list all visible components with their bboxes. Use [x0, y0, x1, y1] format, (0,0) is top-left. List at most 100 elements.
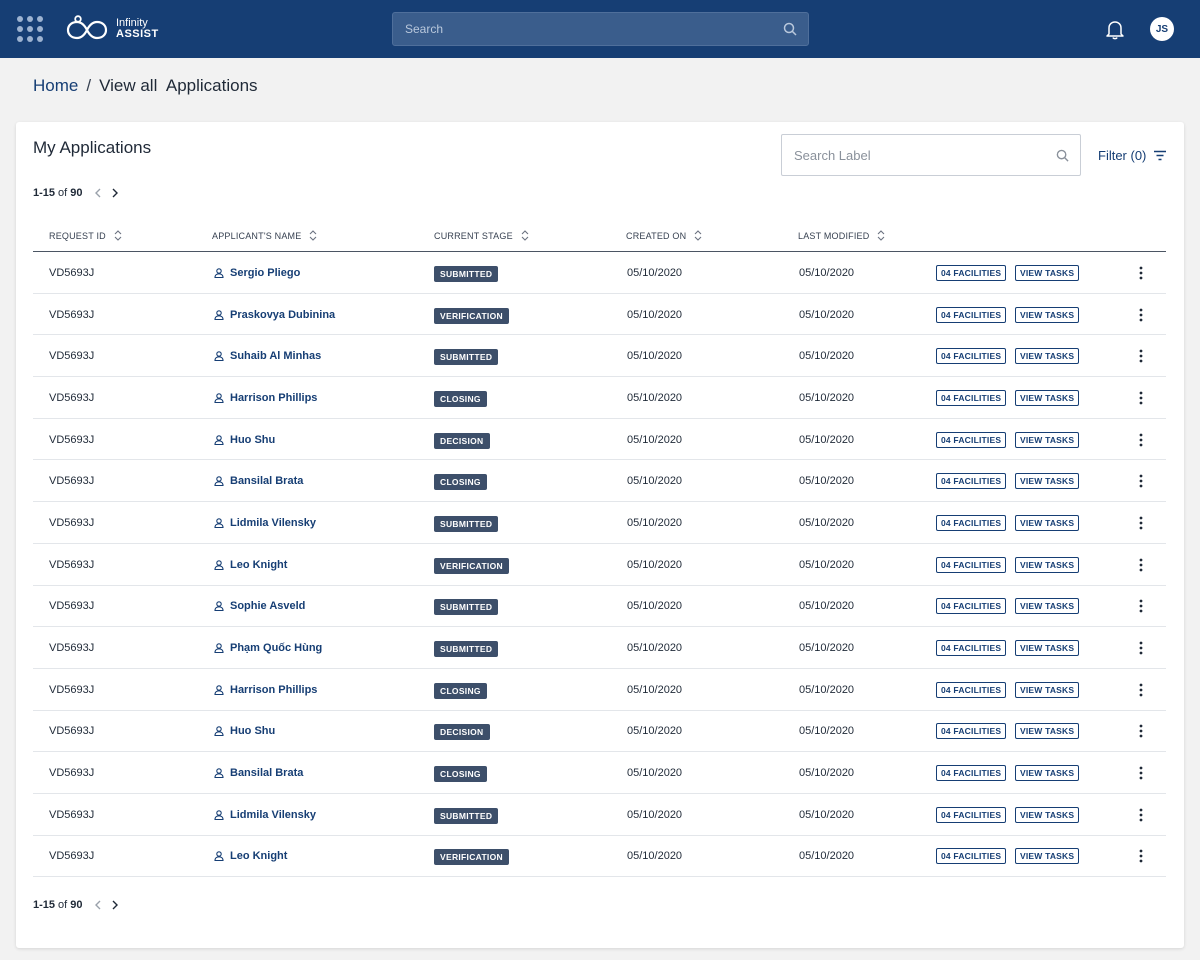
search-icon[interactable]: [1056, 149, 1069, 167]
facilities-cell: 04 FACILITIES: [936, 294, 1007, 336]
table-row[interactable]: VD5693J Harrison Phillips CLOSING 05/10/202…: [33, 669, 1166, 711]
row-menu-button[interactable]: [1139, 544, 1143, 586]
applicant-name-link[interactable]: Lidmila Vilensky: [214, 794, 316, 836]
row-menu-button[interactable]: [1139, 419, 1143, 461]
facilities-button[interactable]: 04 FACILITIES: [936, 431, 1007, 448]
chevron-left-icon[interactable]: [94, 900, 102, 910]
view-tasks-button[interactable]: VIEW TASKS: [1015, 806, 1080, 823]
view-tasks-button[interactable]: VIEW TASKS: [1015, 306, 1080, 323]
last-modified: 05/10/2020: [799, 475, 855, 488]
view-tasks-button[interactable]: VIEW TASKS: [1015, 681, 1080, 698]
view-tasks-button[interactable]: VIEW TASKS: [1015, 431, 1080, 448]
search-icon[interactable]: [783, 22, 797, 41]
row-menu-button[interactable]: [1139, 252, 1143, 294]
applicant-name-link[interactable]: Huo Shu: [214, 711, 275, 753]
last-modified: 05/10/2020: [799, 767, 855, 780]
table-row[interactable]: VD5693J Lidmila Vilensky SUBMITTED 05/10/20…: [33, 794, 1166, 836]
row-menu-button[interactable]: [1139, 586, 1143, 628]
table-row[interactable]: VD5693J Phạm Quốc Hùng SUBMITTED 05/10/2020…: [33, 627, 1166, 669]
applicant-name-link[interactable]: Leo Knight: [214, 836, 287, 878]
applicant-name-link[interactable]: Suhaib Al Minhas: [214, 335, 321, 377]
apps-grid-icon[interactable]: [17, 16, 43, 42]
view-tasks-button[interactable]: VIEW TASKS: [1015, 556, 1080, 573]
table-row[interactable]: VD5693J Praskovya Dubinina VERIFICATION 05/…: [33, 294, 1166, 336]
facilities-button[interactable]: 04 FACILITIES: [936, 473, 1007, 490]
view-tasks-button[interactable]: VIEW TASKS: [1015, 264, 1080, 281]
applicant-name-link[interactable]: Bansilal Brata: [214, 460, 303, 502]
view-tasks-button[interactable]: VIEW TASKS: [1015, 348, 1080, 365]
column-header-request-id[interactable]: REQUEST ID: [49, 230, 122, 241]
row-menu-button[interactable]: [1139, 752, 1143, 794]
facilities-button[interactable]: 04 FACILITIES: [936, 806, 1007, 823]
facilities-button[interactable]: 04 FACILITIES: [936, 514, 1007, 531]
row-menu-button[interactable]: [1139, 836, 1143, 878]
applicant-name-link[interactable]: Bansilal Brata: [214, 752, 303, 794]
column-header-current-stage[interactable]: CURRENT STAGE: [434, 230, 529, 241]
table-row[interactable]: VD5693J Leo Knight VERIFICATION 05/10/2020 0…: [33, 836, 1166, 878]
facilities-button[interactable]: 04 FACILITIES: [936, 848, 1007, 865]
view-tasks-button[interactable]: VIEW TASKS: [1015, 640, 1080, 657]
row-menu-button[interactable]: [1139, 627, 1143, 669]
table-row[interactable]: VD5693J Huo Shu DECISION 05/10/2020 05/10/20…: [33, 711, 1166, 753]
applicant-name-link[interactable]: Phạm Quốc Hùng: [214, 627, 322, 669]
facilities-button[interactable]: 04 FACILITIES: [936, 598, 1007, 615]
breadcrumb-home[interactable]: Home: [33, 76, 78, 96]
row-menu-button[interactable]: [1139, 294, 1143, 336]
applicant-name: Suhaib Al Minhas: [230, 350, 322, 363]
view-tasks-button[interactable]: VIEW TASKS: [1015, 598, 1080, 615]
view-tasks-button[interactable]: VIEW TASKS: [1015, 389, 1080, 406]
view-tasks-button[interactable]: VIEW TASKS: [1015, 514, 1080, 531]
applicant-name-link[interactable]: Praskovya Dubinina: [214, 294, 335, 336]
row-menu-button[interactable]: [1139, 335, 1143, 377]
filter-button[interactable]: Filter (0): [1098, 148, 1167, 163]
applicant-name-link[interactable]: Huo Shu: [214, 419, 275, 461]
applicant-name-link[interactable]: Leo Knight: [214, 544, 287, 586]
table-row[interactable]: VD5693J Suhaib Al Minhas SUBMITTED 05/10/20…: [33, 335, 1166, 378]
row-menu-button[interactable]: [1139, 460, 1143, 502]
last-modified: 05/10/2020: [799, 558, 855, 571]
row-menu-button[interactable]: [1139, 711, 1143, 753]
table-row[interactable]: VD5693J Sophie Asveld SUBMITTED 05/10/2020 0…: [33, 586, 1166, 628]
chevron-left-icon[interactable]: [94, 188, 102, 198]
view-tasks-button[interactable]: VIEW TASKS: [1015, 473, 1080, 490]
applicant-name-link[interactable]: Sophie Asveld: [214, 586, 305, 628]
column-header-applicant-name[interactable]: APPLICANT'S NAME: [212, 230, 317, 241]
facilities-button[interactable]: 04 FACILITIES: [936, 640, 1007, 657]
app-logo[interactable]: Infinity ASSIST: [66, 14, 159, 44]
row-menu-button[interactable]: [1139, 669, 1143, 711]
row-menu-button[interactable]: [1139, 377, 1143, 419]
notification-bell-icon[interactable]: [1104, 18, 1126, 45]
row-menu-button[interactable]: [1139, 794, 1143, 836]
column-header-created-on[interactable]: CREATED ON: [626, 230, 702, 241]
facilities-button[interactable]: 04 FACILITIES: [936, 723, 1007, 740]
column-header-last-modified[interactable]: LAST MODIFIED: [798, 230, 885, 241]
chevron-right-icon[interactable]: [111, 900, 119, 910]
table-row[interactable]: VD5693J Harrison Phillips CLOSING 05/10/202…: [33, 377, 1166, 419]
applicant-name-link[interactable]: Harrison Phillips: [214, 669, 317, 711]
facilities-button[interactable]: 04 FACILITIES: [936, 264, 1007, 281]
applicant-name-link[interactable]: Sergio Pliego: [214, 252, 300, 294]
facilities-button[interactable]: 04 FACILITIES: [936, 765, 1007, 782]
table-row[interactable]: VD5693J Leo Knight VERIFICATION 05/10/2020 0…: [33, 544, 1166, 586]
last-modified: 05/10/2020: [799, 683, 855, 696]
applicant-name-link[interactable]: Lidmila Vilensky: [214, 502, 316, 544]
facilities-button[interactable]: 04 FACILITIES: [936, 389, 1007, 406]
table-row[interactable]: VD5693J Bansilal Brata CLOSING 05/10/2020 05…: [33, 752, 1166, 794]
applicant-name-link[interactable]: Harrison Phillips: [214, 377, 317, 419]
table-row[interactable]: VD5693J Sergio Pliego SUBMITTED 05/10/2020 0…: [33, 252, 1166, 294]
table-row[interactable]: VD5693J Bansilal Brata CLOSING 05/10/2020 05…: [33, 460, 1166, 503]
facilities-button[interactable]: 04 FACILITIES: [936, 681, 1007, 698]
facilities-button[interactable]: 04 FACILITIES: [936, 348, 1007, 365]
row-menu-button[interactable]: [1139, 502, 1143, 544]
chevron-right-icon[interactable]: [111, 188, 119, 198]
facilities-button[interactable]: 04 FACILITIES: [936, 306, 1007, 323]
global-search-input[interactable]: [393, 13, 808, 45]
label-search-input[interactable]: [782, 135, 1080, 175]
view-tasks-button[interactable]: VIEW TASKS: [1015, 765, 1080, 782]
user-avatar[interactable]: JS: [1150, 17, 1174, 41]
view-tasks-button[interactable]: VIEW TASKS: [1015, 848, 1080, 865]
facilities-button[interactable]: 04 FACILITIES: [936, 556, 1007, 573]
table-row[interactable]: VD5693J Huo Shu DECISION 05/10/2020 05/10/20…: [33, 419, 1166, 461]
view-tasks-button[interactable]: VIEW TASKS: [1015, 723, 1080, 740]
table-row[interactable]: VD5693J Lidmila Vilensky SUBMITTED 05/10/20…: [33, 502, 1166, 544]
